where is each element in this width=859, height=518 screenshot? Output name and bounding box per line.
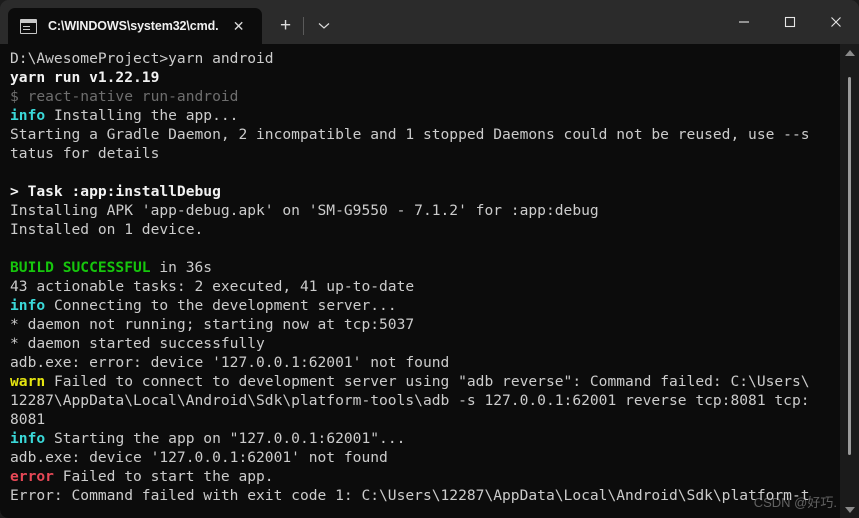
terminal-line: Error: Command failed with exit code 1: …	[10, 486, 840, 505]
terminal-line: * daemon started successfully	[10, 334, 840, 353]
terminal-text-segment: error	[10, 468, 54, 485]
minimize-icon	[739, 21, 749, 23]
terminal-line: adb.exe: error: device '127.0.0.1:62001'…	[10, 353, 840, 372]
terminal-line: info Installing the app...	[10, 106, 840, 125]
terminal-text-segment: Failed to connect to development server …	[45, 373, 810, 390]
terminal-text-segment: info	[10, 107, 46, 124]
maximize-icon	[784, 16, 796, 28]
scrollbar-thumb[interactable]	[848, 77, 851, 455]
terminal-output: D:\AwesomeProject>yarn android yarn run v…	[0, 44, 840, 505]
terminal-line: 8081	[10, 410, 840, 429]
close-icon[interactable]: ✕	[225, 12, 253, 40]
terminal-text-segment: adb.exe: error: device '127.0.0.1:62001'…	[10, 354, 450, 371]
chevron-down-glyph	[318, 23, 329, 29]
close-icon	[831, 17, 841, 27]
terminal-text-segment: info	[10, 430, 46, 447]
tab-cmd[interactable]: C:\WINDOWS\system32\cmd. ✕	[8, 8, 262, 44]
minimize-button[interactable]	[721, 0, 767, 44]
scroll-up-arrow-icon[interactable]	[840, 44, 859, 61]
terminal-scrollbar[interactable]	[840, 44, 859, 518]
maximize-button[interactable]	[767, 0, 813, 44]
terminal-text-segment: 12287\AppData\Local\Android\Sdk\platform…	[10, 392, 810, 409]
terminal-text-segment: tatus for details	[10, 145, 160, 162]
terminal-text-segment: Error: Command failed with exit code 1: …	[10, 487, 810, 504]
terminal-text-segment: D:\AwesomeProject>yarn android	[10, 50, 274, 67]
terminal-line: yarn run v1.22.19	[10, 68, 840, 87]
terminal-text-segment: adb.exe: device '127.0.0.1:62001' not fo…	[10, 449, 388, 466]
terminal-line: Installed on 1 device.	[10, 220, 840, 239]
terminal-line: error Failed to start the app.	[10, 467, 840, 486]
terminal-line: Installing APK 'app-debug.apk' on 'SM-G9…	[10, 201, 840, 220]
terminal-text-segment: Failed to start the app.	[53, 468, 274, 485]
terminal-text-segment: Installed on 1 device.	[10, 221, 204, 238]
terminal-text-segment: info	[10, 297, 46, 314]
terminal-text-segment: Installing APK 'app-debug.apk' on 'SM-G9…	[10, 202, 599, 219]
terminal-line: Starting a Gradle Daemon, 2 incompatible…	[10, 125, 840, 144]
terminal-text-segment: $ react-native run-android	[10, 88, 239, 105]
terminal-line: 43 actionable tasks: 2 executed, 41 up-t…	[10, 277, 840, 296]
chevron-down-icon[interactable]	[302, 8, 342, 44]
terminal-text-segment: Installing the app...	[45, 107, 239, 124]
terminal-line: 12287\AppData\Local\Android\Sdk\platform…	[10, 391, 840, 410]
scroll-up-glyph	[844, 49, 855, 56]
terminal-pane[interactable]: D:\AwesomeProject>yarn android yarn run v…	[0, 44, 859, 518]
terminal-text-segment: warn	[10, 373, 46, 390]
close-button[interactable]	[813, 0, 859, 44]
terminal-text-segment: yarn run v1.22.19	[10, 69, 160, 86]
scroll-down-glyph	[844, 506, 855, 513]
terminal-text-segment: 43 actionable tasks: 2 executed, 41 up-t…	[10, 278, 415, 295]
terminal-line: warn Failed to connect to development se…	[10, 372, 840, 391]
terminal-text-segment: 8081	[10, 411, 46, 428]
terminal-text-segment: Starting a Gradle Daemon, 2 incompatible…	[10, 126, 810, 143]
terminal-text-segment: > Task :app:installDebug	[10, 183, 221, 200]
terminal-text-segment: Connecting to the development server...	[45, 297, 397, 314]
scroll-down-arrow-icon[interactable]	[840, 501, 859, 518]
terminal-window: C:\WINDOWS\system32\cmd. ✕ + D:\AwesomeP…	[0, 0, 859, 518]
window-controls	[721, 0, 859, 44]
title-bar[interactable]: C:\WINDOWS\system32\cmd. ✕ +	[0, 0, 859, 44]
tab-strip: C:\WINDOWS\system32\cmd. ✕ +	[0, 0, 342, 44]
terminal-line: info Starting the app on "127.0.0.1:6200…	[10, 429, 840, 448]
terminal-line: info Connecting to the development serve…	[10, 296, 840, 315]
terminal-line: * daemon not running; starting now at tc…	[10, 315, 840, 334]
terminal-line: tatus for details	[10, 144, 840, 163]
terminal-line: adb.exe: device '127.0.0.1:62001' not fo…	[10, 448, 840, 467]
cmd-terminal-icon	[20, 18, 37, 34]
terminal-text-segment: BUILD SUCCESSFUL	[10, 259, 151, 276]
terminal-text-segment: in 36s	[150, 259, 213, 276]
terminal-text-segment: * daemon not running; starting now at tc…	[10, 316, 415, 333]
terminal-line: $ react-native run-android	[10, 87, 840, 106]
terminal-line: > Task :app:installDebug	[10, 182, 840, 201]
terminal-line: D:\AwesomeProject>yarn android	[10, 49, 840, 68]
new-tab-icon[interactable]: +	[268, 8, 304, 44]
terminal-line: BUILD SUCCESSFUL in 36s	[10, 258, 840, 277]
tab-title: C:\WINDOWS\system32\cmd.	[48, 19, 219, 33]
terminal-text-segment: Starting the app on "127.0.0.1:62001"...	[45, 430, 406, 447]
terminal-text-segment: * daemon started successfully	[10, 335, 265, 352]
